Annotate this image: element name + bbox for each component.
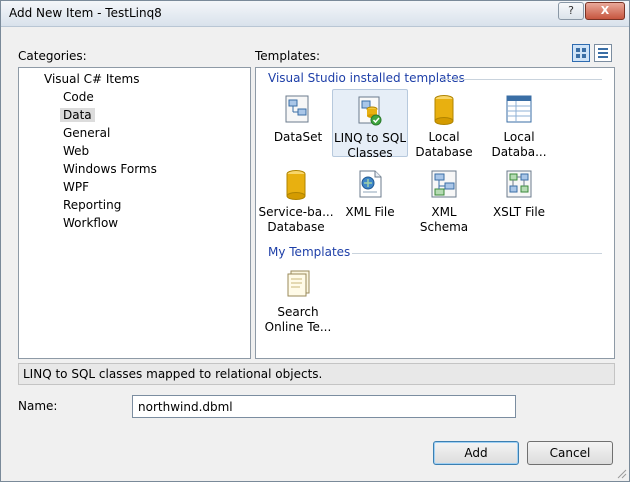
- tree-item-visual-csharp-items[interactable]: Visual C# Items: [44, 72, 139, 86]
- add-button[interactable]: Add: [433, 441, 519, 465]
- group-divider: [352, 253, 602, 254]
- xml-file-icon: [359, 170, 382, 198]
- template-label: Local: [503, 130, 535, 144]
- template-label-line2: Database: [415, 145, 473, 159]
- dataset-icon: [285, 95, 309, 123]
- template-label: DataSet: [273, 130, 323, 144]
- template-label: XML Schema: [419, 205, 469, 234]
- template-label-line2: Databa...: [491, 145, 547, 159]
- template-xml-schema[interactable]: XML Schema: [406, 164, 482, 235]
- group-divider: [442, 79, 602, 80]
- tree-item-web[interactable]: Web: [63, 144, 89, 158]
- template-label: LINQ to SQL: [333, 131, 407, 145]
- window-title: Add New Item - TestLinq8: [9, 6, 162, 20]
- template-label-line2: Online Te...: [264, 320, 332, 334]
- cancel-button[interactable]: Cancel: [527, 441, 613, 465]
- resize-grip-icon[interactable]: [615, 467, 627, 479]
- xslt-file-icon: [506, 170, 532, 198]
- categories-label: Categories:: [18, 49, 87, 63]
- template-service-based-database[interactable]: Service-ba... Database: [256, 164, 336, 235]
- template-xml-file[interactable]: XML File: [332, 164, 408, 220]
- close-button[interactable]: X: [585, 2, 625, 20]
- search-online-templates-icon: [287, 270, 310, 297]
- templates-list[interactable]: Visual Studio installed templates DataSe…: [255, 67, 615, 359]
- small-icons-view-icon: [598, 48, 608, 58]
- tree-item-windows-forms[interactable]: Windows Forms: [63, 162, 157, 176]
- small-icons-view-button[interactable]: [594, 44, 612, 62]
- tree-item-general[interactable]: General: [63, 126, 110, 140]
- template-label: Search: [277, 305, 319, 319]
- template-linq-to-sql-classes[interactable]: LINQ to SQL Classes: [332, 89, 408, 160]
- template-label: XML File: [345, 205, 395, 219]
- template-label-line2: Classes: [347, 146, 393, 160]
- tree-item-wpf[interactable]: WPF: [63, 180, 89, 194]
- template-xslt-file[interactable]: XSLT File: [481, 164, 557, 220]
- add-new-item-dialog: Add New Item - TestLinq8 ? X Categories:…: [0, 0, 630, 482]
- large-icons-view-icon: [576, 48, 586, 58]
- template-label: XSLT File: [492, 205, 546, 219]
- tree-item-code[interactable]: Code: [63, 90, 94, 104]
- linq-to-sql-icon: [358, 96, 382, 126]
- title-bar: Add New Item - TestLinq8 ? X: [1, 1, 629, 27]
- template-description: LINQ to SQL classes mapped to relational…: [18, 363, 615, 385]
- template-dataset[interactable]: DataSet: [260, 89, 336, 145]
- xml-schema-icon: [431, 170, 457, 198]
- local-database-cache-icon: [506, 95, 532, 123]
- template-label: Service-ba...: [258, 205, 334, 219]
- template-label-line2: Database: [267, 220, 325, 234]
- categories-tree[interactable]: Visual C# Items Code Data General Web Wi…: [18, 67, 251, 359]
- template-local-database[interactable]: Local Database: [406, 89, 482, 160]
- local-database-icon: [434, 95, 454, 125]
- template-search-online-templates[interactable]: Search Online Te...: [258, 264, 338, 335]
- name-input[interactable]: [132, 395, 516, 418]
- template-label: Local: [428, 130, 460, 144]
- template-local-database-cache[interactable]: Local Databa...: [481, 89, 557, 160]
- help-button[interactable]: ?: [558, 2, 584, 20]
- installed-templates-heading: Visual Studio installed templates: [268, 71, 465, 85]
- tree-item-workflow[interactable]: Workflow: [63, 216, 118, 230]
- my-templates-heading: My Templates: [268, 245, 351, 259]
- service-database-icon: [286, 170, 306, 200]
- templates-label: Templates:: [255, 49, 321, 63]
- tree-item-data[interactable]: Data: [60, 108, 95, 122]
- tree-item-reporting[interactable]: Reporting: [63, 198, 121, 212]
- large-icons-view-button[interactable]: [572, 44, 590, 62]
- name-label: Name:: [18, 399, 58, 413]
